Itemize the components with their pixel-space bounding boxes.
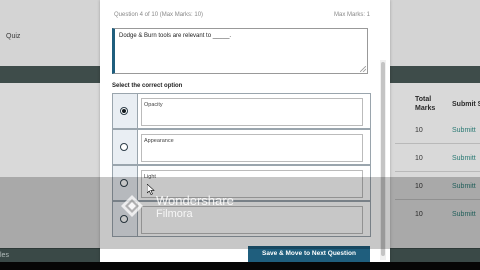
question-counter: Question 4 of 10 (Max Marks: 10) — [114, 12, 204, 18]
quiz-label: Quiz — [6, 33, 21, 40]
total-marks-header: Total Marks — [415, 96, 436, 112]
select-option-label: Select the correct option — [112, 83, 183, 89]
question-header: Question 4 of 10 (Max Marks: 10) Max Mar… — [112, 0, 372, 22]
row-submit-link[interactable]: Submitt — [452, 155, 476, 162]
row-submit-link[interactable]: Submitt — [452, 127, 476, 134]
row-divider — [395, 143, 480, 144]
option-text-field[interactable]: Appearance — [141, 134, 363, 162]
bottom-letterbox — [0, 262, 480, 270]
mouse-cursor-icon — [147, 184, 155, 195]
filmora-logo-icon — [121, 195, 143, 217]
row-marks: 10 — [415, 155, 423, 162]
option-row[interactable]: Appearance — [112, 129, 371, 165]
question-textbox[interactable]: Dodge & Burn tools are relevant to _____… — [112, 28, 368, 74]
row-marks: 10 — [415, 127, 423, 134]
max-marks: Max Marks: 1 — [334, 12, 371, 18]
row-divider — [395, 171, 480, 172]
bottom-label: les — [0, 252, 9, 259]
option-radio-cell — [113, 130, 138, 164]
watermark-band — [0, 177, 480, 249]
screen: Quiz ating Total Marks Submit S 10 Submi… — [0, 0, 480, 262]
option-text-field[interactable]: Opacity — [141, 98, 363, 126]
option-row[interactable]: Opacity — [112, 93, 371, 129]
option-radio-cell — [113, 94, 138, 128]
watermark-subtitle: Filmora — [156, 208, 193, 220]
radio-button-selected[interactable] — [120, 107, 128, 115]
watermark-title: Wondershare — [156, 193, 234, 208]
submit-header: Submit S — [452, 101, 480, 108]
radio-button[interactable] — [120, 143, 128, 151]
resize-handle-icon[interactable] — [360, 66, 366, 72]
option-text: Opacity — [144, 102, 163, 108]
option-text: Appearance — [144, 138, 174, 144]
question-text: Dodge & Burn tools are relevant to _____… — [119, 33, 232, 39]
